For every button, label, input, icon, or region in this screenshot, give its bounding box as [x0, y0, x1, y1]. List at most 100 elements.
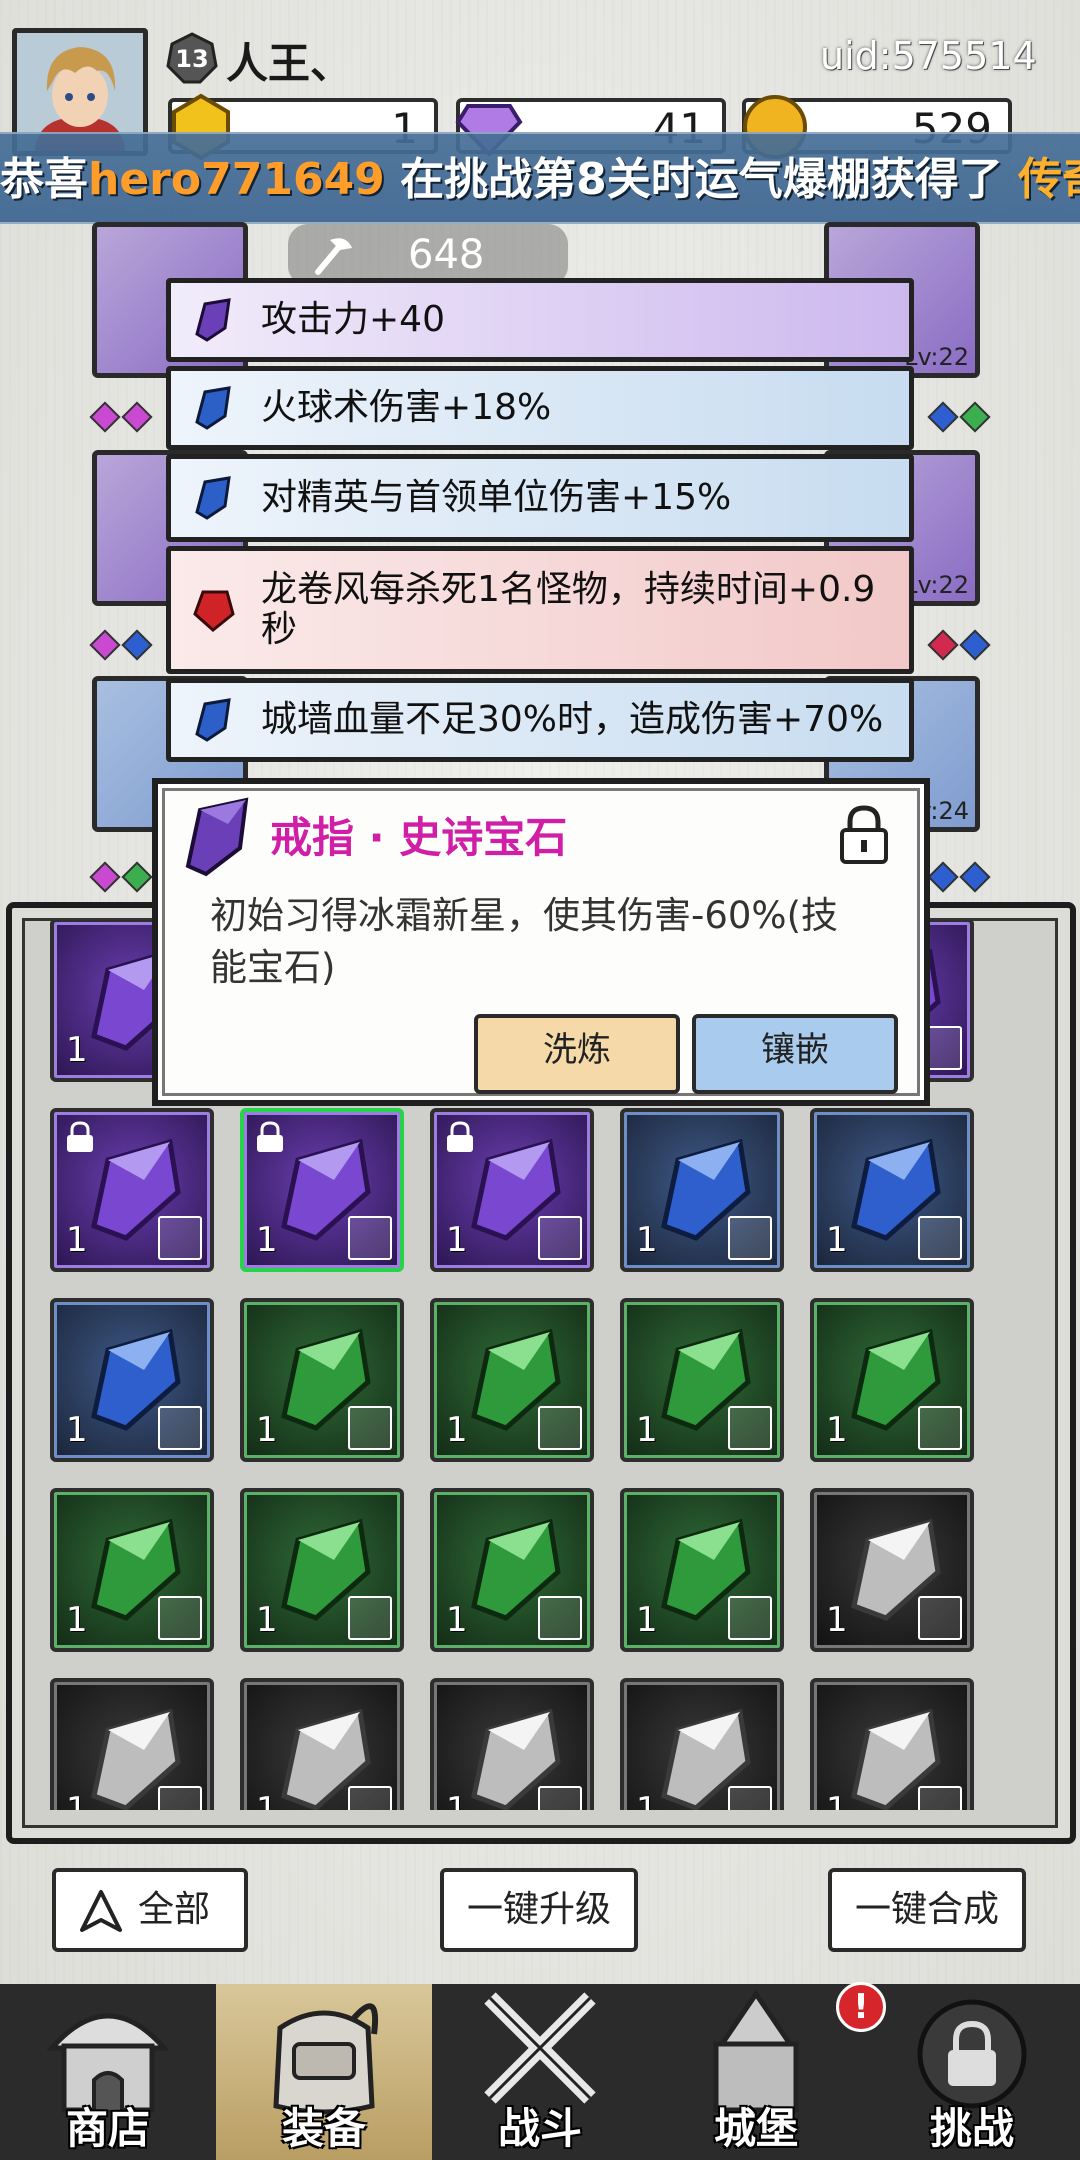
equipment-type-icon — [728, 1216, 772, 1260]
stat-text: 攻击力+40 — [261, 299, 445, 340]
equipment-type-icon — [348, 1596, 392, 1640]
gem-count: 1 — [636, 1790, 658, 1810]
stat-row: 对精英与首领单位伤害+15% — [166, 454, 914, 542]
announcement-banner: 恭喜hero771649 在挑战第8关时运气爆棚获得了 传奇 宝石 — [0, 132, 1080, 224]
equipment-type-icon — [158, 1596, 202, 1640]
inventory-gem-slot[interactable]: 1 — [430, 1108, 594, 1272]
inventory-gem-slot[interactable]: 1 — [430, 1678, 594, 1810]
banner-rarity: 传奇 — [1018, 154, 1080, 205]
upgrade-all-button[interactable]: 一键升级 — [440, 1868, 638, 1952]
gem-count: 1 — [446, 1600, 468, 1640]
equipment-type-icon — [538, 1786, 582, 1810]
popup-description: 初始习得冰霜新星，使其伤害-60%(技能宝石) — [210, 894, 839, 989]
inventory-gem-slot[interactable]: 1 — [620, 1108, 784, 1272]
stat-row: 龙卷风每杀死1名怪物，持续时间+0.9秒 — [166, 546, 914, 674]
filter-label: 全部 — [138, 1889, 211, 1930]
inventory-gem-slot[interactable]: 1 — [240, 1488, 404, 1652]
inventory-gem-slot[interactable]: 1 — [430, 1488, 594, 1652]
inventory-gem-slot[interactable]: 1 — [50, 1678, 214, 1810]
banner-user: hero771649 — [88, 154, 385, 205]
inlay-button[interactable]: 镶嵌 — [692, 1014, 898, 1094]
nav-label: 挑战 — [929, 2104, 1014, 2153]
player-uid: uid:575514 — [820, 34, 1037, 78]
nav-label: 战斗 — [497, 2104, 582, 2153]
purple-gem-icon — [185, 797, 249, 877]
equipment-type-icon — [158, 1216, 202, 1260]
svg-text:13: 13 — [175, 45, 208, 73]
blue-gem-icon — [195, 476, 231, 520]
stat-text: 龙卷风每杀死1名怪物，持续时间+0.9秒 — [261, 569, 876, 650]
hammer-icon — [315, 238, 352, 275]
stat-text: 火球术伤害+18% — [261, 387, 552, 428]
banner-message: 在挑战第8关时运气爆棚获得了 — [400, 154, 1003, 205]
gem-count: 1 — [66, 1790, 88, 1810]
nav-label: 城堡 — [713, 2104, 798, 2153]
lock-icon — [447, 1121, 473, 1152]
gem-count: 1 — [826, 1600, 848, 1640]
inventory-gem-slot[interactable]: 1 — [620, 1678, 784, 1810]
inventory-gem-slot[interactable]: 1 — [620, 1298, 784, 1462]
lock-icon — [257, 1121, 283, 1152]
inventory-gem-slot[interactable]: 1 — [810, 1678, 974, 1810]
gem-count: 1 — [826, 1410, 848, 1450]
bottom-navigation: 商店 装备 战斗 城堡 挑战 — [0, 1984, 1080, 2160]
equipment-type-icon — [918, 1596, 962, 1640]
gem-count: 1 — [66, 1030, 88, 1070]
filter-all-button[interactable]: 全部 — [52, 1868, 248, 1952]
nav-challenge[interactable]: 挑战 — [864, 1984, 1080, 2160]
gem-count: 1 — [826, 1220, 848, 1260]
inventory-gem-slot[interactable]: 1 — [240, 1108, 404, 1272]
equipment-type-icon — [348, 1406, 392, 1450]
inventory-gem-slot[interactable]: 1 — [430, 1298, 594, 1462]
player-name: 人王、 — [226, 39, 353, 88]
nav-shop[interactable]: 商店 — [0, 1984, 216, 2160]
nav-label: 装备 — [281, 2104, 366, 2153]
equipment-type-icon — [918, 1786, 962, 1810]
equipment-type-icon — [538, 1406, 582, 1450]
gem-count: 1 — [66, 1410, 88, 1450]
gem-count: 1 — [446, 1220, 468, 1260]
gem-count: 1 — [256, 1790, 278, 1810]
inventory-gem-slot[interactable]: 1 — [50, 1108, 214, 1272]
equipment-type-icon — [728, 1596, 772, 1640]
combat-power: 648 — [288, 224, 568, 286]
inventory-gem-slot[interactable]: 1 — [240, 1298, 404, 1462]
inventory-gem-slot[interactable]: 1 — [620, 1488, 784, 1652]
nav-equipment[interactable]: 装备 — [216, 1984, 432, 2160]
equipment-type-icon — [158, 1786, 202, 1810]
equipment-type-icon — [728, 1786, 772, 1810]
gem-count: 1 — [826, 1790, 848, 1810]
stat-text: 城墙血量不足30%时，造成伤害+70% — [261, 699, 884, 740]
gem-count: 1 — [256, 1220, 278, 1260]
lock-icon[interactable] — [838, 804, 890, 866]
nav-label: 商店 — [65, 2104, 150, 2153]
equipment-type-icon — [728, 1406, 772, 1450]
red-gem-icon — [193, 590, 235, 632]
gem-count: 1 — [636, 1220, 658, 1260]
inventory-gem-slot[interactable]: 1 — [810, 1298, 974, 1462]
inventory-gem-slot[interactable]: 1 — [810, 1488, 974, 1652]
gem-count: 1 — [446, 1790, 468, 1810]
nav-castle[interactable]: 城堡 — [648, 1984, 864, 2160]
equipment-type-icon — [918, 1216, 962, 1260]
stat-row: 城墙血量不足30%时，造成伤害+70% — [166, 678, 914, 762]
level-badge: 13 — [166, 32, 218, 84]
nav-battle[interactable]: 战斗 — [432, 1984, 648, 2160]
equipment-type-icon — [348, 1216, 392, 1260]
equipment-type-icon — [158, 1406, 202, 1450]
gem-detail-popup: 戒指 · 史诗宝石 初始习得冰霜新星，使其伤害-60%(技能宝石) 洗炼 镶嵌 — [152, 778, 930, 1106]
inventory-gem-slot[interactable]: 1 — [50, 1488, 214, 1652]
equipment-type-icon — [348, 1786, 392, 1810]
refine-button[interactable]: 洗炼 — [474, 1014, 680, 1094]
purple-gem-icon — [195, 298, 231, 342]
gem-count: 1 — [636, 1600, 658, 1640]
gem-count: 1 — [636, 1410, 658, 1450]
gem-count: 1 — [66, 1220, 88, 1260]
gem-count: 1 — [256, 1600, 278, 1640]
inventory-gem-slot[interactable]: 1 — [810, 1108, 974, 1272]
banner-prefix: 恭喜 — [0, 154, 88, 205]
inventory-gem-slot[interactable]: 1 — [50, 1298, 214, 1462]
triangle-filter-icon — [80, 1890, 122, 1932]
inventory-gem-slot[interactable]: 1 — [240, 1678, 404, 1810]
merge-all-button[interactable]: 一键合成 — [828, 1868, 1026, 1952]
